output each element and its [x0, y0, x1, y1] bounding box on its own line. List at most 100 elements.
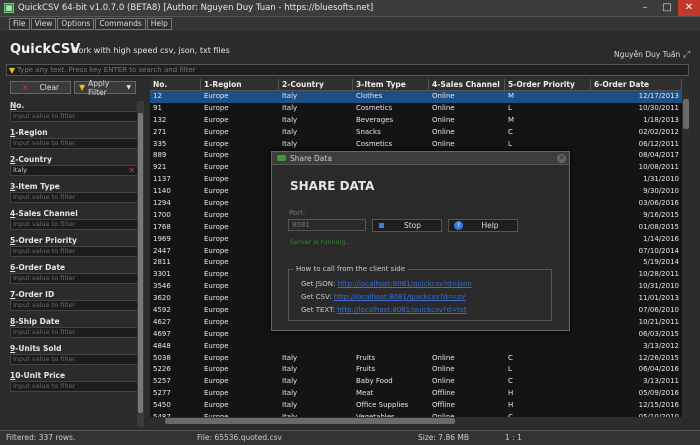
table-cell[interactable]: C: [505, 376, 591, 388]
table-cell[interactable]: Italy: [279, 353, 353, 365]
filter-input[interactable]: Input value to filter: [10, 138, 138, 149]
table-cell[interactable]: 1700: [150, 210, 201, 222]
table-cell[interactable]: Europe: [201, 257, 279, 269]
table-cell[interactable]: Italy: [279, 388, 353, 400]
table-cell[interactable]: Europe: [201, 198, 279, 210]
filter-input[interactable]: Input value to filter: [10, 300, 138, 311]
table-cell[interactable]: 5038: [150, 353, 201, 365]
user-name[interactable]: Nguyễn Duy Tuấn: [614, 50, 680, 59]
stop-button[interactable]: Stop: [372, 219, 442, 232]
table-cell[interactable]: 10/28/2011: [591, 269, 682, 281]
table-cell[interactable]: Italy: [279, 376, 353, 388]
json-link[interactable]: http://localhost:8081/quickcsv?d=json: [338, 280, 472, 288]
table-cell[interactable]: 2811: [150, 257, 201, 269]
table-cell[interactable]: 3546: [150, 281, 201, 293]
table-cell[interactable]: 5257: [150, 376, 201, 388]
table-cell[interactable]: Italy: [279, 127, 353, 139]
table-cell[interactable]: C: [505, 353, 591, 365]
table-cell[interactable]: Europe: [201, 293, 279, 305]
column-header[interactable]: 6-Order Date: [591, 79, 682, 90]
table-cell[interactable]: 9/16/2015: [591, 210, 682, 222]
table-cell[interactable]: 91: [150, 103, 201, 115]
table-cell[interactable]: 132: [150, 115, 201, 127]
clear-filter-icon[interactable]: ✕: [128, 166, 135, 175]
table-cell[interactable]: 06/12/2011: [591, 139, 682, 151]
table-row[interactable]: 335 Europe Italy Cosmetics Online L 06/12/2011: [150, 138, 682, 151]
table-cell[interactable]: 9/30/2010: [591, 186, 682, 198]
search-input[interactable]: [17, 66, 688, 74]
menu-help[interactable]: Help: [146, 18, 172, 30]
table-cell[interactable]: 3/13/2011: [591, 376, 682, 388]
table-cell[interactable]: 07/06/2010: [591, 305, 682, 317]
table-cell[interactable]: Europe: [201, 246, 279, 258]
table-cell[interactable]: Online: [429, 364, 505, 376]
table-cell[interactable]: 1137: [150, 174, 201, 186]
table-row[interactable]: 5257 Europe Italy Baby Food Online C 3/13/2011: [150, 376, 682, 389]
table-cell[interactable]: Europe: [201, 222, 279, 234]
table-cell[interactable]: 07/10/2014: [591, 246, 682, 258]
table-cell[interactable]: 1/31/2010: [591, 174, 682, 186]
table-cell[interactable]: [429, 341, 505, 353]
table-cell[interactable]: 889: [150, 150, 201, 162]
table-row[interactable]: 5226 Europe Italy Fruits Online L 06/04/2016: [150, 364, 682, 377]
menu-file[interactable]: File: [9, 18, 30, 30]
table-row[interactable]: 4848 Europe 3/13/2012: [150, 340, 682, 353]
table-cell[interactable]: 2447: [150, 246, 201, 258]
table-cell[interactable]: Europe: [201, 115, 279, 127]
table-cell[interactable]: H: [505, 400, 591, 412]
filter-input[interactable]: Input value to filter: [10, 273, 138, 284]
table-cell[interactable]: Europe: [201, 210, 279, 222]
table-cell[interactable]: 921: [150, 162, 201, 174]
table-cell[interactable]: C: [505, 127, 591, 139]
table-cell[interactable]: Italy: [279, 91, 353, 103]
apply-filter-button[interactable]: ▼ Apply Filter ▼: [74, 79, 136, 97]
filter-input[interactable]: Input value to filter: [10, 381, 138, 392]
table-cell[interactable]: Europe: [201, 162, 279, 174]
table-cell[interactable]: [279, 341, 353, 353]
table-cell[interactable]: Europe: [201, 281, 279, 293]
table-cell[interactable]: 06/04/2016: [591, 364, 682, 376]
table-cell[interactable]: Europe: [201, 341, 279, 353]
table-cell[interactable]: 3620: [150, 293, 201, 305]
table-cell[interactable]: Online: [429, 103, 505, 115]
table-cell[interactable]: Online: [429, 376, 505, 388]
table-cell[interactable]: 1140: [150, 186, 201, 198]
table-cell[interactable]: 10/21/2011: [591, 317, 682, 329]
table-cell[interactable]: 5/19/2014: [591, 257, 682, 269]
table-cell[interactable]: Online: [429, 115, 505, 127]
table-cell[interactable]: 11/01/2013: [591, 293, 682, 305]
column-header[interactable]: 2-Country: [279, 79, 353, 90]
dialog-close-icon[interactable]: ✕: [557, 153, 566, 163]
table-cell[interactable]: 271: [150, 127, 201, 139]
chevron-down-icon[interactable]: ▼: [126, 84, 131, 91]
table-cell[interactable]: 1969: [150, 234, 201, 246]
help-button[interactable]: ? Help: [448, 219, 518, 232]
table-cell[interactable]: 3301: [150, 269, 201, 281]
table-cell[interactable]: Offline: [429, 400, 505, 412]
table-cell[interactable]: M: [505, 115, 591, 127]
table-row[interactable]: 132 Europe Italy Beverages Online M 1/18/2013: [150, 114, 682, 127]
table-cell[interactable]: 10/31/2010: [591, 281, 682, 293]
table-row[interactable]: 12 Europe Italy Clothes Online M 12/17/2013: [150, 91, 682, 103]
table-cell[interactable]: [353, 341, 429, 353]
table-cell[interactable]: 4848: [150, 341, 201, 353]
table-cell[interactable]: 3/13/2012: [591, 341, 682, 353]
table-cell[interactable]: Europe: [201, 269, 279, 281]
table-cell[interactable]: Europe: [201, 186, 279, 198]
table-cell[interactable]: Italy: [279, 400, 353, 412]
table-cell[interactable]: Europe: [201, 353, 279, 365]
filter-input[interactable]: Input value to filter: [10, 219, 138, 230]
table-cell[interactable]: Europe: [201, 150, 279, 162]
table-cell[interactable]: Meat: [353, 388, 429, 400]
table-cell[interactable]: 03/06/2016: [591, 198, 682, 210]
table-cell[interactable]: 4627: [150, 317, 201, 329]
table-cell[interactable]: Europe: [201, 174, 279, 186]
column-header[interactable]: 1-Region: [201, 79, 279, 90]
table-cell[interactable]: 12/15/2016: [591, 400, 682, 412]
table-cell[interactable]: Italy: [279, 139, 353, 151]
grid-horizontal-scrollbar[interactable]: [150, 417, 682, 425]
table-cell[interactable]: Cosmetics: [353, 139, 429, 151]
table-cell[interactable]: Offline: [429, 388, 505, 400]
table-cell[interactable]: 1/18/2013: [591, 115, 682, 127]
table-cell[interactable]: Europe: [201, 127, 279, 139]
